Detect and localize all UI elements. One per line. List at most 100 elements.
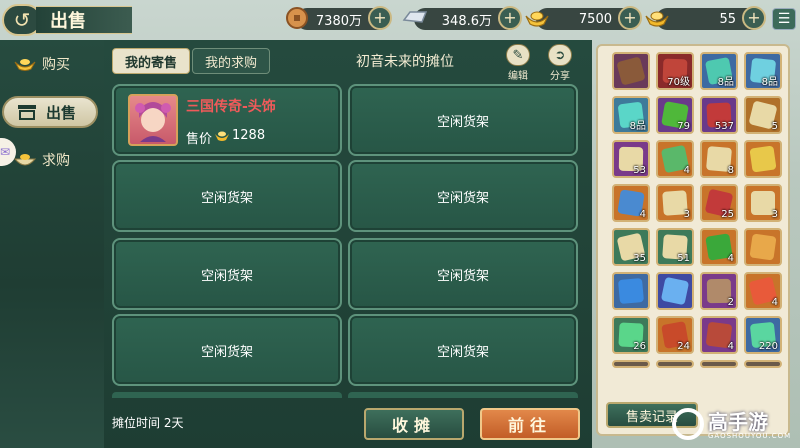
price-value: 1288 — [232, 128, 266, 143]
page-title: 出售 — [36, 6, 132, 34]
inventory-item[interactable]: 5 — [744, 96, 782, 134]
currency-gold-value: 7500 — [578, 11, 612, 27]
share-button[interactable]: ➲ 分享 — [542, 44, 578, 82]
inventory-item[interactable] — [744, 140, 782, 178]
edit-icon: ✎ — [506, 44, 530, 66]
item-count: 8 — [727, 165, 734, 176]
empty-slot-label: 空闲货架 — [436, 268, 489, 284]
empty-slot-label: 空闲货架 — [436, 344, 489, 360]
stall-slot-empty[interactable]: 空闲货架 — [112, 314, 342, 386]
stall-time: 摊位时间 2天 — [112, 416, 184, 430]
inventory-item[interactable]: 220 — [744, 316, 782, 354]
inventory-item[interactable]: 4 — [656, 140, 694, 178]
currency-silver-value: 348.6万 — [441, 13, 492, 29]
stall-slot-empty[interactable]: 空闲货架 — [348, 160, 578, 232]
stall-slot-empty[interactable]: 空闲货架 — [112, 238, 342, 310]
inventory-item-partial — [612, 360, 650, 368]
share-label: 分享 — [550, 71, 570, 82]
currency-yuanbao: 55 + — [645, 6, 766, 30]
add-silver-button[interactable]: + — [498, 6, 522, 30]
item-count: 4 — [727, 253, 734, 264]
close-stall-button[interactable]: 收摊 — [364, 408, 464, 440]
inventory-item[interactable]: 4 — [612, 184, 650, 222]
inventory-item[interactable] — [612, 272, 650, 310]
inventory-item[interactable] — [744, 228, 782, 266]
go-button[interactable]: 前往 — [480, 408, 580, 440]
share-icon: ➲ — [548, 44, 572, 66]
currency-yuanbao-value: 55 — [719, 11, 736, 27]
item-count: 2 — [727, 297, 734, 308]
item-count: 3 — [683, 209, 690, 220]
gold-yuanbao-icon — [644, 5, 670, 31]
inventory-item[interactable]: 35 — [612, 228, 650, 266]
item-count: 26 — [633, 341, 646, 352]
item-count: 70级 — [667, 77, 690, 88]
inventory-item[interactable]: 8品 — [744, 52, 782, 90]
item-count: 79 — [677, 121, 690, 132]
stall-slot-empty[interactable]: 空闲货架 — [112, 160, 342, 232]
inventory-item[interactable]: 70级 — [656, 52, 694, 90]
inventory-item[interactable]: 79 — [656, 96, 694, 134]
sidebar-item-sell-content[interactable]: 出售 — [16, 96, 96, 128]
stall-slot-empty[interactable]: 空闲货架 — [348, 238, 578, 310]
stall-slot-empty[interactable]: 空闲货架 — [348, 314, 578, 386]
gold-ingot-icon — [12, 54, 38, 74]
silver-ingot-icon — [402, 5, 428, 31]
sidebar-item-request[interactable]: 求购 — [12, 144, 100, 176]
currency-copper-value: 7380万 — [315, 13, 362, 29]
inventory-item[interactable]: 8品 — [700, 52, 738, 90]
item-count: 537 — [714, 121, 734, 132]
add-gold-button[interactable]: + — [618, 6, 642, 30]
inventory-item[interactable]: 26 — [612, 316, 650, 354]
item-count: 51 — [677, 253, 690, 264]
inventory-item[interactable]: 51 — [656, 228, 694, 266]
item-count: 4 — [639, 209, 646, 220]
inventory-item[interactable] — [656, 272, 694, 310]
stall-slot-empty[interactable]: 空闲货架 — [348, 84, 578, 156]
empty-slot-label: 空闲货架 — [200, 190, 253, 206]
inventory-item[interactable]: 2 — [700, 272, 738, 310]
copper-coin-icon — [284, 5, 310, 31]
inventory-item[interactable]: 8品 — [612, 96, 650, 134]
sidebar-item-buy[interactable]: 购买 — [12, 48, 100, 80]
empty-slot-label: 空闲货架 — [436, 190, 489, 206]
inventory-item[interactable] — [612, 52, 650, 90]
tab-my-request[interactable]: 我的求购 — [192, 48, 270, 74]
list-menu-icon: ☰ — [777, 11, 791, 27]
stall-slot-partial — [112, 392, 342, 398]
item-count: 220 — [758, 341, 778, 352]
inventory-item[interactable]: 8 — [700, 140, 738, 178]
inventory-item[interactable]: 4 — [744, 272, 782, 310]
item-count: 35 — [633, 253, 646, 264]
add-copper-button[interactable]: + — [368, 6, 392, 30]
inventory-item[interactable]: 24 — [656, 316, 694, 354]
empty-slot-label: 空闲货架 — [200, 268, 253, 284]
item-icon — [749, 233, 777, 261]
item-count: 53 — [633, 165, 646, 176]
inventory-item[interactable]: 25 — [700, 184, 738, 222]
edit-label: 编辑 — [508, 71, 528, 82]
item-count: 8品 — [761, 77, 778, 88]
inventory-item[interactable]: 4 — [700, 228, 738, 266]
item-count: 8品 — [717, 77, 734, 88]
bowl-icon — [12, 150, 38, 170]
inventory-item-partial — [744, 360, 782, 368]
inventory-item[interactable]: 3 — [656, 184, 694, 222]
edit-button[interactable]: ✎ 编辑 — [500, 44, 536, 82]
inventory-item[interactable]: 537 — [700, 96, 738, 134]
inventory-panel: 70级 8品 8品 8品 79 537 5 53 4 8 4 3 25 3 35 51 4 2 4 26 24 4 220 — [596, 44, 790, 436]
stall-slot-partial — [348, 392, 578, 398]
listed-item-name: 三国传奇-头饰 — [186, 99, 276, 115]
inventory-item-partial — [700, 360, 738, 368]
tab-my-consignment[interactable]: 我的寄售 — [112, 48, 190, 74]
menu-button[interactable]: ☰ — [772, 8, 796, 30]
inventory-item[interactable]: 3 — [744, 184, 782, 222]
stall-slot-listed[interactable]: 三国传奇-头饰 售价 1288 — [112, 84, 342, 156]
inventory-item[interactable]: 4 — [700, 316, 738, 354]
add-yuanbao-button[interactable]: + — [742, 6, 766, 30]
sidebar-item-buy-label: 购买 — [42, 57, 70, 73]
inventory-item-partial — [656, 360, 694, 368]
gold-ingot-icon — [524, 5, 550, 31]
stall-title: 初音未来的摊位 — [356, 54, 454, 70]
inventory-item[interactable]: 53 — [612, 140, 650, 178]
